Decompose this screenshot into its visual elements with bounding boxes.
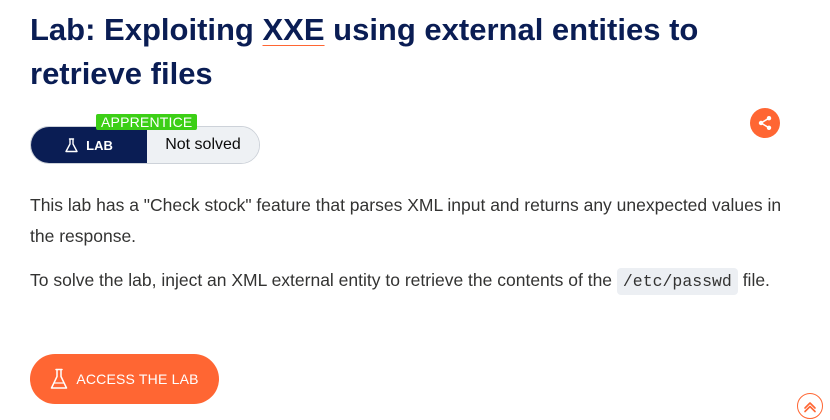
lab-objective: To solve the lab, inject an XML external… [30, 265, 800, 297]
access-lab-button[interactable]: ACCESS THE LAB [30, 354, 219, 404]
scroll-to-top-button[interactable] [797, 393, 823, 419]
lab-label: LAB [86, 137, 113, 153]
chevron-up-icon [804, 402, 816, 413]
lab-description: This lab has a "Check stock" feature tha… [30, 195, 782, 246]
file-path-code: /etc/passwd [616, 268, 738, 295]
lab-status-pill: LAB Not solved [30, 126, 260, 164]
solved-status: Not solved [147, 127, 259, 163]
title-highlight-xxe: XXE [262, 12, 325, 47]
flask-icon [65, 137, 78, 152]
objective-text-end: file. [737, 270, 770, 290]
share-icon [758, 116, 772, 130]
difficulty-badge: APPRENTICE [96, 114, 198, 130]
objective-text: To solve the lab, inject an XML external… [30, 270, 617, 290]
share-button[interactable] [750, 108, 780, 138]
title-prefix: Lab: Exploiting [30, 12, 263, 47]
lab-status-badge: LAB Not solved APPRENTICE [30, 114, 260, 164]
lab-type-label: LAB [31, 127, 147, 163]
page-title: Lab: Exploiting XXE using external entit… [30, 8, 790, 96]
access-lab-label: ACCESS THE LAB [76, 371, 199, 387]
flask-icon [51, 368, 68, 389]
